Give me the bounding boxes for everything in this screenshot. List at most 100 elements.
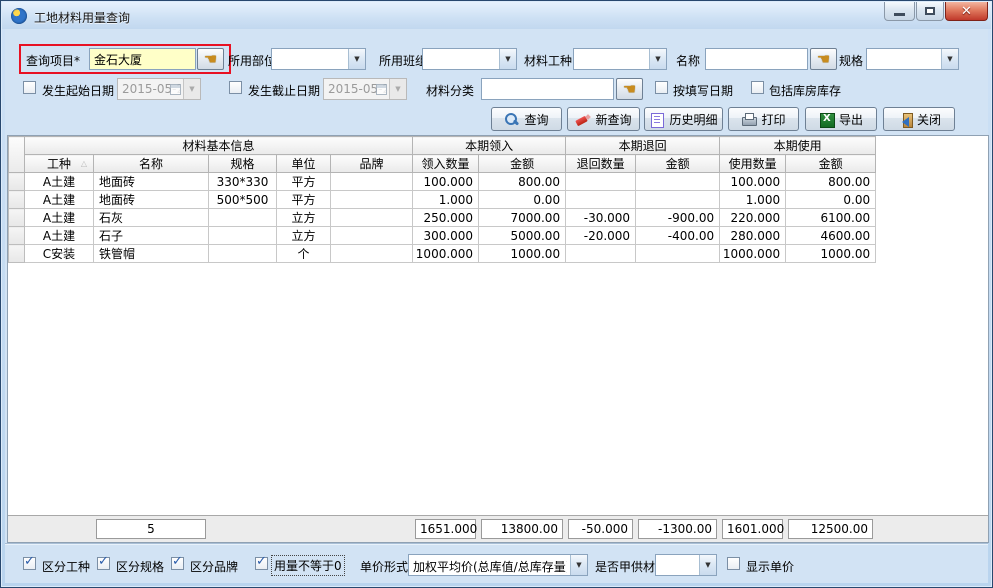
project-picker-button[interactable]: ☚ <box>197 48 224 70</box>
col-returned-amount[interactable]: 金额 <box>636 155 720 173</box>
chevron-down-icon[interactable]: ▼ <box>699 555 716 575</box>
table-row[interactable]: A土建地面砖500*500平方1.0000.001.0000.00 <box>9 191 876 209</box>
col-brand[interactable]: 品牌 <box>331 155 413 173</box>
new-search-button[interactable]: 新查询 <box>567 107 640 131</box>
row-selector[interactable] <box>9 227 25 245</box>
table-row[interactable]: A土建石灰立方250.0007000.00-30.000-900.00220.0… <box>9 209 876 227</box>
nonzero-usage-checkbox[interactable]: ✓ <box>255 557 268 570</box>
split-spec-checkbox[interactable]: ✓ <box>97 557 110 570</box>
owner-supplied-label: 是否甲供材 <box>595 558 655 575</box>
client-area: 查询项目* 金石大厦 ☚ 所用部位 ▼ 所用班组 ▼ 材料工种 ▼ 名称 ☚ 规… <box>5 29 988 583</box>
cell <box>566 173 636 191</box>
material-trade-label: 材料工种 <box>524 52 572 69</box>
name-input[interactable] <box>705 48 808 70</box>
cell <box>566 245 636 263</box>
cell: -30.000 <box>566 209 636 227</box>
price-mode-select[interactable]: 加权平均价(总库值/总库存量) ▼ <box>408 554 588 576</box>
row-selector[interactable] <box>9 173 25 191</box>
cell: 250.000 <box>413 209 479 227</box>
start-date-picker[interactable]: 2015-05-27 ▼ <box>117 78 201 100</box>
col-used-qty[interactable]: 使用数量 <box>720 155 786 173</box>
window-title: 工地材料用量查询 <box>34 9 130 26</box>
chevron-down-icon[interactable]: ▼ <box>649 49 666 69</box>
new-search-icon <box>575 112 590 127</box>
check-icon: ✓ <box>24 554 35 569</box>
team-select[interactable]: ▼ <box>422 48 517 70</box>
part-select[interactable]: ▼ <box>271 48 366 70</box>
cell: 800.00 <box>786 173 876 191</box>
project-input[interactable]: 金石大厦 <box>89 48 196 70</box>
row-selector[interactable] <box>9 209 25 227</box>
group-received[interactable]: 本期领入 <box>413 137 566 155</box>
include-warehouse-label: 包括库房库存 <box>769 82 841 99</box>
sort-ascending-icon: △ <box>81 159 87 168</box>
export-button[interactable]: 导出 <box>805 107 877 131</box>
col-returned-qty[interactable]: 退回数量 <box>566 155 636 173</box>
table-row[interactable]: C安装铁管帽个1000.0001000.001000.0001000.00 <box>9 245 876 263</box>
split-trade-label: 区分工种 <box>42 558 90 575</box>
summary-strip: 5 1651.000 13800.00 -50.000 -1300.00 160… <box>8 515 988 542</box>
hand-picker-icon: ☚ <box>817 50 830 68</box>
cell: 1000.000 <box>413 245 479 263</box>
col-name[interactable]: 名称 <box>94 155 209 173</box>
name-picker-button[interactable]: ☚ <box>810 48 837 70</box>
spec-label: 规格 <box>839 52 863 69</box>
col-spec[interactable]: 规格 <box>209 155 277 173</box>
cell: 地面砖 <box>94 173 209 191</box>
col-used-amount[interactable]: 金额 <box>786 155 876 173</box>
category-input[interactable] <box>481 78 614 100</box>
chevron-down-icon[interactable]: ▼ <box>389 79 406 99</box>
category-picker-button[interactable]: ☚ <box>616 78 643 100</box>
footer-bar: ✓ 区分工种 ✓ 区分规格 ✓ 区分品牌 ✓ 用量不等于0 单价形式 加权平均价… <box>5 543 988 583</box>
material-trade-select[interactable]: ▼ <box>573 48 667 70</box>
history-detail-button[interactable]: 历史明细 <box>644 107 723 131</box>
close-window-button[interactable]: 关闭 <box>883 107 955 131</box>
minimize-button[interactable] <box>884 2 915 21</box>
table-row[interactable]: A土建石子立方300.0005000.00-20.000-400.00280.0… <box>9 227 876 245</box>
search-button[interactable]: 查询 <box>491 107 562 131</box>
col-received-qty[interactable]: 领入数量 <box>413 155 479 173</box>
row-selector[interactable] <box>9 245 25 263</box>
project-label: 查询项目* <box>26 52 80 69</box>
cell: 6100.00 <box>786 209 876 227</box>
group-returned[interactable]: 本期退回 <box>566 137 720 155</box>
start-date-checkbox[interactable] <box>23 81 36 94</box>
cell: 石子 <box>94 227 209 245</box>
check-icon: ✓ <box>98 554 109 569</box>
chevron-down-icon[interactable]: ▼ <box>570 555 587 575</box>
owner-supplied-select[interactable]: ▼ <box>655 554 717 576</box>
chevron-down-icon[interactable]: ▼ <box>499 49 516 69</box>
show-unit-price-checkbox[interactable] <box>727 557 740 570</box>
end-date-picker[interactable]: 2015-05-27 ▼ <box>323 78 407 100</box>
print-button[interactable]: 打印 <box>728 107 799 131</box>
excel-export-icon <box>819 112 834 127</box>
maximize-button[interactable] <box>916 2 944 21</box>
cell: 5000.00 <box>479 227 566 245</box>
title-bar[interactable]: 工地材料用量查询 <box>2 2 991 29</box>
col-received-amount[interactable]: 金额 <box>479 155 566 173</box>
group-basic-info[interactable]: 材料基本信息 <box>25 137 413 155</box>
group-used[interactable]: 本期使用 <box>720 137 876 155</box>
split-brand-checkbox[interactable]: ✓ <box>171 557 184 570</box>
close-button[interactable]: ✕ <box>945 2 988 21</box>
cell <box>331 209 413 227</box>
row-selector[interactable] <box>9 191 25 209</box>
spec-select[interactable]: ▼ <box>866 48 959 70</box>
cell <box>331 191 413 209</box>
maximize-icon <box>925 7 935 15</box>
chevron-down-icon[interactable]: ▼ <box>941 49 958 69</box>
cell: 0.00 <box>479 191 566 209</box>
split-trade-checkbox[interactable]: ✓ <box>23 557 36 570</box>
cell: 280.000 <box>720 227 786 245</box>
table-row[interactable]: A土建地面砖330*330平方100.000800.00100.000800.0… <box>9 173 876 191</box>
col-trade[interactable]: 工种△ <box>25 155 94 173</box>
by-fill-date-checkbox[interactable] <box>655 81 668 94</box>
end-date-checkbox[interactable] <box>229 81 242 94</box>
cell: 1000.000 <box>720 245 786 263</box>
chevron-down-icon[interactable]: ▼ <box>183 79 200 99</box>
split-brand-label: 区分品牌 <box>190 558 238 575</box>
include-warehouse-checkbox[interactable] <box>751 81 764 94</box>
show-unit-price-label: 显示单价 <box>746 558 794 575</box>
chevron-down-icon[interactable]: ▼ <box>348 49 365 69</box>
col-unit[interactable]: 单位 <box>277 155 331 173</box>
